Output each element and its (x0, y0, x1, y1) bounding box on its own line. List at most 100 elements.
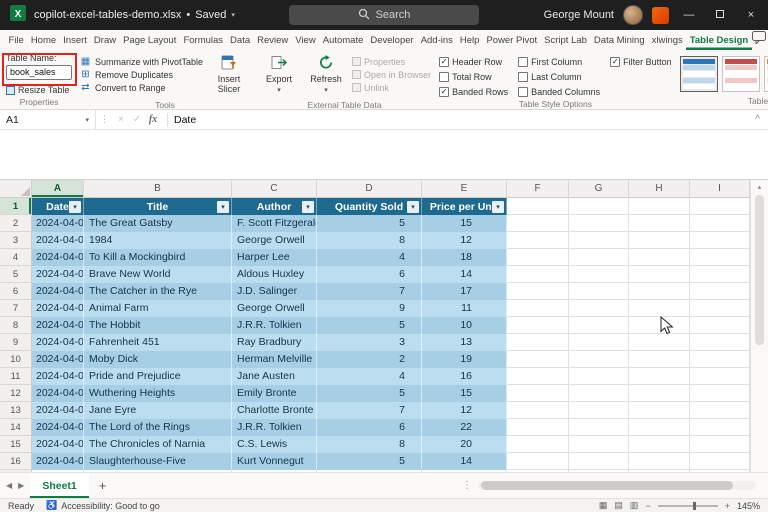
filter-button-quantity-sold[interactable]: ▾ (407, 201, 419, 213)
zoom-in-button[interactable]: + (725, 501, 730, 511)
cell-h13[interactable] (629, 402, 690, 419)
insert-function-icon[interactable]: fx (145, 114, 161, 125)
ribbon-tab-add-ins[interactable]: Add-ins (417, 30, 456, 50)
name-box-splitter[interactable]: ⋮ (96, 114, 113, 125)
cell-a9[interactable]: 2024-04-05 (32, 334, 84, 351)
tab-splitter[interactable]: ⋮ (462, 480, 472, 491)
name-box-chevron-icon[interactable]: ▾ (85, 116, 89, 124)
cell-h5[interactable] (629, 266, 690, 283)
ribbon-tab-draw[interactable]: Draw (90, 30, 119, 50)
cell-f15[interactable] (507, 436, 569, 453)
filter-button-checkbox[interactable]: ✓Filter Button (610, 56, 672, 67)
horizontal-scroll-thumb[interactable] (481, 481, 733, 490)
cell-i13[interactable] (690, 402, 750, 419)
cell-d8[interactable]: 5 (317, 317, 422, 334)
cell-g14[interactable] (569, 419, 629, 436)
cell-i11[interactable] (690, 368, 750, 385)
orange-table-style-thumbnail[interactable] (764, 56, 768, 92)
cell-i17[interactable] (690, 470, 750, 472)
table-name-input[interactable]: book_sales (6, 65, 72, 80)
filter-button-date[interactable]: ▾ (69, 201, 81, 213)
open-in-browser-button[interactable]: Open in Browser (352, 68, 431, 81)
cell-c7[interactable]: George Orwell (232, 300, 317, 317)
cell-b9[interactable]: Fahrenheit 451 (84, 334, 232, 351)
cell-g13[interactable] (569, 402, 629, 419)
cell-e8[interactable]: 10 (422, 317, 507, 334)
cell-b2[interactable]: The Great Gatsby (84, 215, 232, 232)
select-all-button[interactable] (0, 180, 32, 198)
cell-b4[interactable]: To Kill a Mockingbird (84, 249, 232, 266)
cell-b5[interactable]: Brave New World (84, 266, 232, 283)
cell-e9[interactable]: 13 (422, 334, 507, 351)
cell-i12[interactable] (690, 385, 750, 402)
blue-table-style-thumbnail[interactable] (680, 56, 718, 92)
cell-g9[interactable] (569, 334, 629, 351)
ribbon-tab-home[interactable]: Home (27, 30, 59, 50)
cell-g11[interactable] (569, 368, 629, 385)
sheet-tab-sheet1[interactable]: Sheet1 (30, 473, 88, 498)
filter-button-title[interactable]: ▾ (217, 201, 229, 213)
maximize-button[interactable] (709, 9, 731, 21)
header-row-checkbox[interactable]: ✓Header Row (439, 56, 508, 67)
cell-g12[interactable] (569, 385, 629, 402)
cell-b12[interactable]: Wuthering Heights (84, 385, 232, 402)
cell-c6[interactable]: J.D. Salinger (232, 283, 317, 300)
column-header-c[interactable]: C (232, 180, 317, 198)
cell-g2[interactable] (569, 215, 629, 232)
ribbon-tab-xlwings[interactable]: xlwings (648, 30, 686, 50)
cell-b14[interactable]: The Lord of the Rings (84, 419, 232, 436)
column-header-h[interactable]: H (629, 180, 690, 198)
cell-d11[interactable]: 4 (317, 368, 422, 385)
horizontal-scrollbar[interactable] (478, 481, 756, 490)
enter-formula-icon[interactable]: ✓ (129, 114, 145, 125)
cell-e11[interactable]: 16 (422, 368, 507, 385)
cell-d4[interactable]: 4 (317, 249, 422, 266)
cell-a4[interactable]: 2024-04-02 (32, 249, 84, 266)
cell-a2[interactable]: 2024-04-01 (32, 215, 84, 232)
row-header-13[interactable]: 13 (0, 402, 32, 419)
cell-g8[interactable] (569, 317, 629, 334)
cell-f10[interactable] (507, 351, 569, 368)
column-header-d[interactable]: D (317, 180, 422, 198)
export-button[interactable]: Export ▾ (258, 53, 300, 98)
cell-c15[interactable]: C.S. Lewis (232, 436, 317, 453)
cell-a12[interactable]: 2024-04-06 (32, 385, 84, 402)
cell-e16[interactable]: 14 (422, 453, 507, 470)
cell-f8[interactable] (507, 317, 569, 334)
ribbon-tab-script-lab[interactable]: Script Lab (541, 30, 591, 50)
cell-f7[interactable] (507, 300, 569, 317)
cancel-formula-icon[interactable]: × (113, 114, 129, 125)
cell-i14[interactable] (690, 419, 750, 436)
cell-b15[interactable]: The Chronicles of Narnia (84, 436, 232, 453)
ribbon-tab-view[interactable]: View (292, 30, 319, 50)
cell-g5[interactable] (569, 266, 629, 283)
cell-i10[interactable] (690, 351, 750, 368)
cell-d7[interactable]: 9 (317, 300, 422, 317)
cell-d17[interactable] (317, 470, 422, 472)
red-table-style-thumbnail[interactable] (722, 56, 760, 92)
row-header-16[interactable]: 16 (0, 453, 32, 470)
cell-a7[interactable]: 2024-04-04 (32, 300, 84, 317)
cell-d15[interactable]: 8 (317, 436, 422, 453)
cell-i9[interactable] (690, 334, 750, 351)
cell-d2[interactable]: 5 (317, 215, 422, 232)
banded-rows-checkbox[interactable]: ✓Banded Rows (439, 86, 508, 97)
cell-e13[interactable]: 12 (422, 402, 507, 419)
column-header-b[interactable]: B (84, 180, 232, 198)
cell-f2[interactable] (507, 215, 569, 232)
normal-view-icon[interactable]: ▦ (599, 500, 608, 511)
minimize-button[interactable]: — (678, 9, 700, 21)
filter-button-price-per-unit[interactable]: ▾ (492, 201, 504, 213)
cell-e12[interactable]: 15 (422, 385, 507, 402)
row-header-15[interactable]: 15 (0, 436, 32, 453)
cell-f3[interactable] (507, 232, 569, 249)
cell-f16[interactable] (507, 453, 569, 470)
zoom-slider[interactable] (658, 505, 718, 507)
formula-content[interactable]: Date (174, 114, 196, 126)
cell-g6[interactable] (569, 283, 629, 300)
scroll-up-icon[interactable]: ▴ (758, 183, 762, 191)
cell-f13[interactable] (507, 402, 569, 419)
cell-b17[interactable] (84, 470, 232, 472)
cell-a5[interactable]: 2024-04-03 (32, 266, 84, 283)
cell-g7[interactable] (569, 300, 629, 317)
